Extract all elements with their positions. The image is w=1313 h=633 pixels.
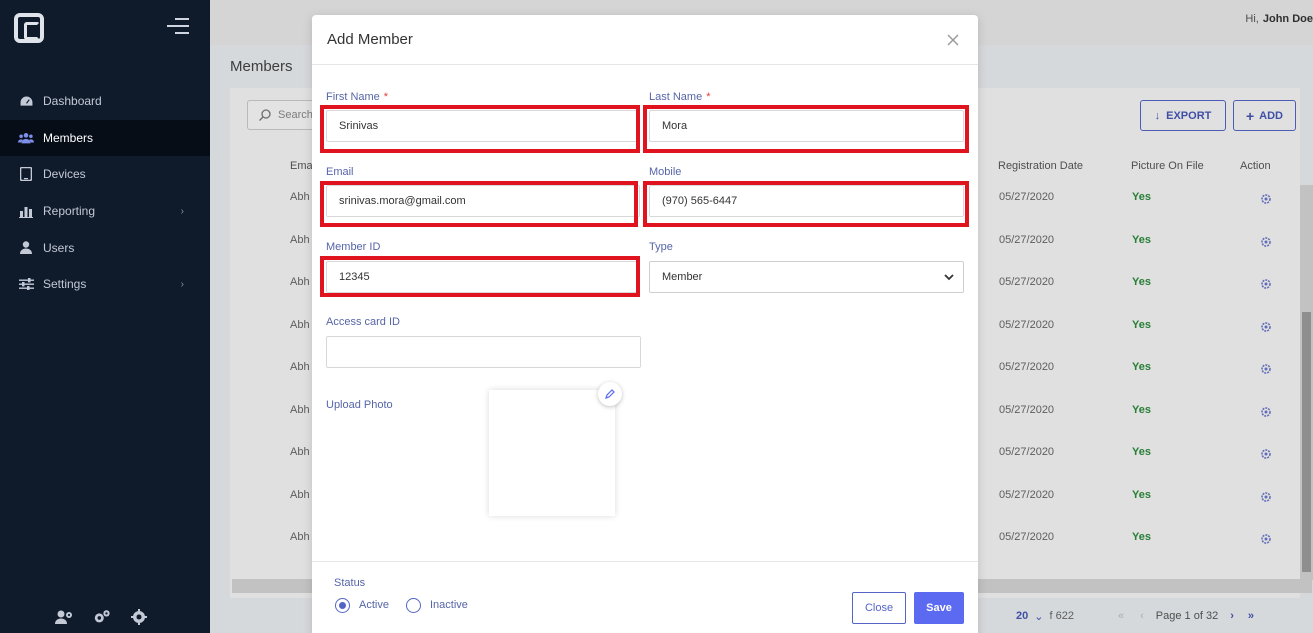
photo-preview[interactable] xyxy=(489,390,615,516)
highlight-box xyxy=(643,181,969,227)
sidebar-item-dashboard[interactable]: Dashboard xyxy=(0,83,210,120)
status-inactive-label[interactable]: Inactive xyxy=(430,599,468,611)
user-settings-icon[interactable] xyxy=(55,609,73,627)
modal-header: Add Member xyxy=(312,15,978,65)
app-logo[interactable] xyxy=(14,13,44,43)
modal-footer: Status Active Inactive Close Save xyxy=(312,561,978,633)
modal-title: Add Member xyxy=(327,31,413,48)
upload-photo-label: Upload Photo xyxy=(326,399,393,411)
member-id-label: Member ID xyxy=(326,241,381,253)
status-active-radio[interactable] xyxy=(335,598,350,613)
bar-chart-icon xyxy=(18,204,34,218)
type-label: Type xyxy=(649,241,673,253)
highlight-box xyxy=(320,105,640,153)
sliders-icon xyxy=(18,277,34,291)
sidebar-item-label: Settings xyxy=(43,277,87,292)
sidebar-item-settings[interactable]: Settings › xyxy=(0,266,210,303)
email-label: Email xyxy=(326,166,354,178)
cogs-icon[interactable] xyxy=(93,609,111,627)
tablet-icon xyxy=(18,167,34,182)
hamburger-menu-icon[interactable] xyxy=(167,18,189,39)
chevron-down-icon xyxy=(944,274,954,281)
dashboard-icon xyxy=(18,94,34,108)
sidebar-item-reporting[interactable]: Reporting › xyxy=(0,193,210,230)
highlight-box xyxy=(320,181,638,227)
last-name-label: Last Name * xyxy=(649,91,711,103)
sidebar-footer xyxy=(55,609,149,627)
sidebar-item-label: Devices xyxy=(43,167,86,182)
chevron-right-icon: › xyxy=(180,278,184,290)
sidebar: Dashboard Members Devices Reporting › Us… xyxy=(0,0,210,633)
user-icon xyxy=(18,241,34,255)
sidebar-item-label: Users xyxy=(43,240,75,255)
status-active-label[interactable]: Active xyxy=(359,599,389,611)
mobile-label: Mobile xyxy=(649,166,682,178)
chevron-right-icon: › xyxy=(180,205,184,217)
sidebar-item-users[interactable]: Users xyxy=(0,229,210,266)
save-button[interactable]: Save xyxy=(914,592,964,624)
sidebar-item-label: Dashboard xyxy=(43,94,102,109)
close-button[interactable]: Close xyxy=(852,592,906,624)
pencil-icon xyxy=(605,389,615,399)
highlight-box xyxy=(320,256,640,297)
type-select[interactable]: Member xyxy=(649,261,964,293)
first-name-label: First Name * xyxy=(326,91,389,103)
gear-icon[interactable] xyxy=(131,609,149,627)
close-icon[interactable] xyxy=(946,33,960,47)
highlight-box xyxy=(643,105,969,153)
sidebar-nav: Dashboard Members Devices Reporting › Us… xyxy=(0,83,210,303)
status-inactive-radio[interactable] xyxy=(406,598,421,613)
sidebar-item-devices[interactable]: Devices xyxy=(0,156,210,193)
access-card-label: Access card ID xyxy=(326,316,400,328)
add-member-modal: Add Member First Name * Srinivas Last Nam… xyxy=(312,15,978,633)
sidebar-item-label: Reporting xyxy=(43,204,96,219)
sidebar-item-label: Members xyxy=(43,130,94,145)
status-label: Status xyxy=(334,577,366,589)
edit-photo-button[interactable] xyxy=(598,382,622,406)
sidebar-item-members[interactable]: Members xyxy=(0,119,210,157)
users-group-icon xyxy=(18,131,34,145)
access-card-input[interactable] xyxy=(326,336,641,368)
